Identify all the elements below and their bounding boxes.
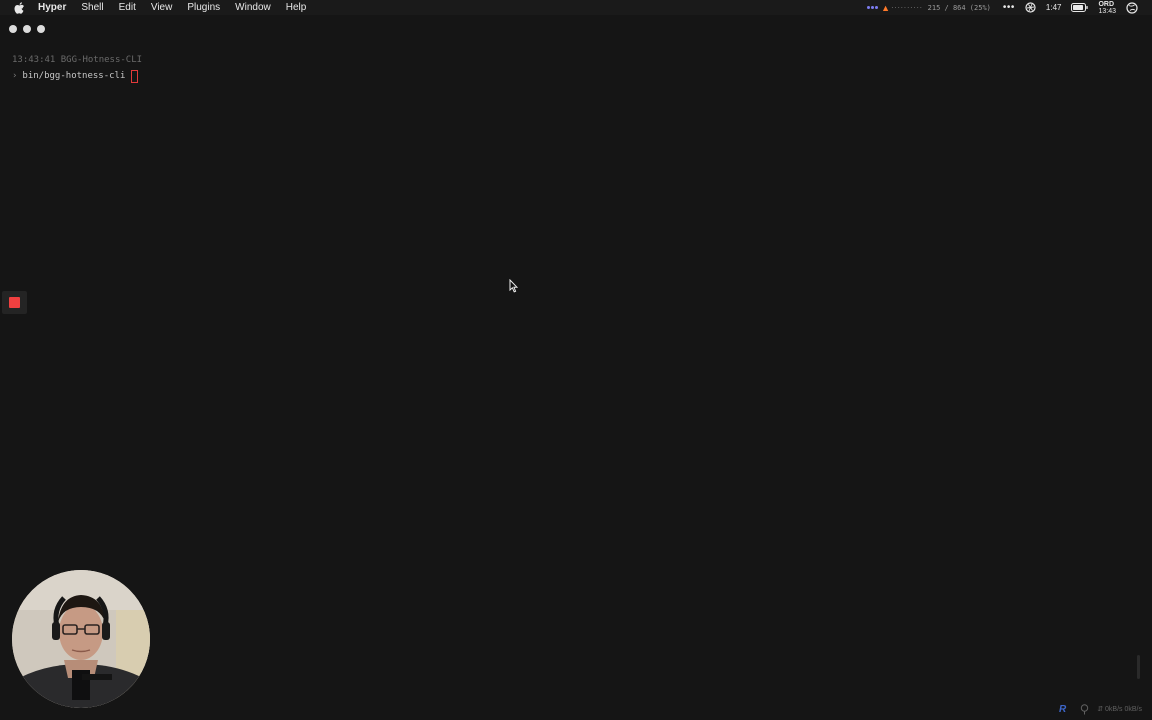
timezone-label: ORD [1098,0,1115,8]
menu-view[interactable]: View [151,2,173,13]
record-stop-icon[interactable] [9,297,20,308]
aperture-icon[interactable] [1025,2,1036,13]
menu-bar-right: ▲ ·········· 215 / 864 (25%) ••• 1:47 OR… [867,0,1138,15]
mouse-pointer-icon [509,278,519,297]
pin-icon[interactable] [1080,703,1089,715]
window-controls [9,25,51,33]
globe-icon[interactable] [1126,1,1138,14]
zoom-window-button[interactable] [37,25,45,33]
menu-window[interactable]: Window [235,2,271,13]
menu-app-hyper[interactable]: Hyper [38,2,66,13]
text-cursor [131,69,139,83]
menu-edit[interactable]: Edit [119,2,136,13]
terminal-header-line: 13:43:41 BGG-Hotness-CLI [12,55,143,65]
scrollbar-thumb[interactable] [1137,655,1140,679]
terminal-command: bin/bgg-hotness-cli [22,71,126,81]
cpu-usage-text[interactable]: 215 / 864 (25%) [928,4,991,12]
menu-shell[interactable]: Shell [81,2,103,13]
menu-help[interactable]: Help [286,2,307,13]
timezone-clock[interactable]: ORD 13:43 [1098,1,1116,15]
menu-bar-left: Hyper Shell Edit View Plugins Window Hel… [0,1,321,14]
bottom-status-bar: R ⇵ 0kB/s 0kB/s [1059,703,1142,715]
apple-icon[interactable] [14,1,26,14]
minimize-window-button[interactable] [23,25,31,33]
prompt-chevron-icon: › [12,71,18,81]
terminal-output[interactable]: 13:43:41 BGG-Hotness-CLI › bin/bgg-hotne… [12,52,142,84]
menu-bar: Hyper Shell Edit View Plugins Window Hel… [0,0,1152,15]
flame-icon: ▲ [881,2,891,13]
clock-time[interactable]: 1:47 [1046,3,1062,12]
menu-plugins[interactable]: Plugins [187,2,220,13]
close-window-button[interactable] [9,25,17,33]
timezone-time: 13:43 [1098,7,1116,15]
webcam-overlay [12,570,150,708]
network-speed: ⇵ 0kB/s 0kB/s [1097,706,1142,713]
cpu-graph-icon: ·········· [891,3,923,12]
battery-icon[interactable] [1071,3,1089,12]
activity-dots-icon[interactable] [867,6,879,9]
terminal-prompt-line[interactable]: › bin/bgg-hotness-cli [12,68,142,84]
r-status-icon[interactable]: R [1059,704,1066,715]
more-menu-icon[interactable]: ••• [1003,2,1015,13]
record-control[interactable] [2,291,27,314]
